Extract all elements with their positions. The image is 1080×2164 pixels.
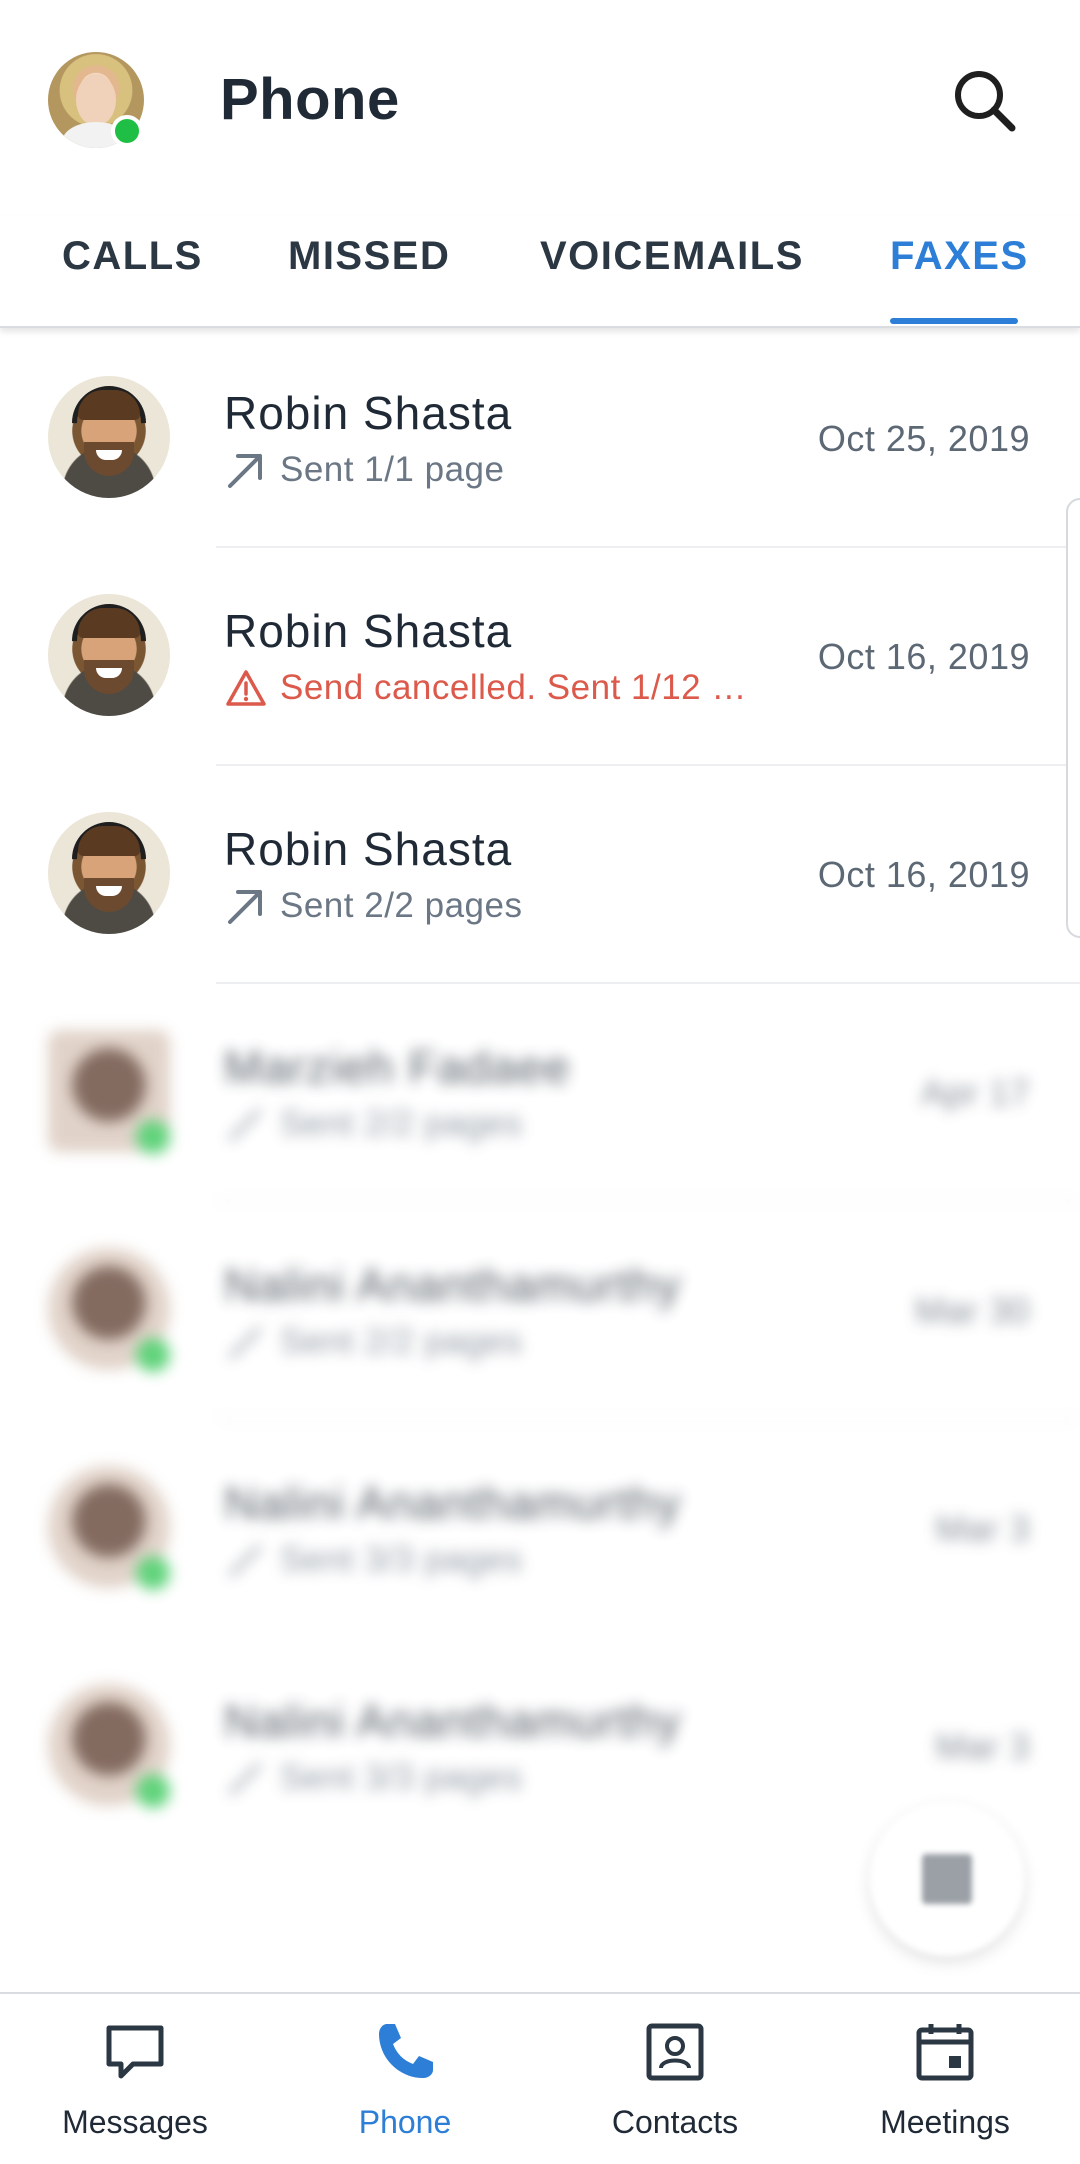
fax-status: Sent 1/1 page bbox=[224, 448, 504, 492]
outgoing-arrow-icon bbox=[228, 1326, 262, 1360]
active-tab-indicator bbox=[890, 318, 1018, 324]
outgoing-arrow-icon bbox=[228, 1108, 262, 1142]
new-fax-button[interactable] bbox=[870, 1802, 1024, 1956]
fax-status-text: Sent 2/2 pages bbox=[280, 1104, 523, 1143]
presence-badge bbox=[136, 1120, 170, 1154]
contact-name: Robin Shasta bbox=[224, 823, 513, 875]
presence-badge bbox=[136, 1338, 170, 1372]
fax-date: Apr 17 bbox=[920, 1072, 1030, 1113]
nav-label: Phone bbox=[358, 2104, 452, 2140]
outgoing-arrow-icon bbox=[228, 1762, 262, 1796]
fax-status-text: Sent 2/2 pages bbox=[280, 1322, 523, 1361]
fax-status-text: Sent 1/1 page bbox=[280, 450, 505, 489]
list-item[interactable]: Robin Shasta Sent 1/1 page Oct 25, 2019 bbox=[0, 330, 1080, 548]
contact-avatar bbox=[48, 594, 170, 716]
contact-name: Robin Shasta bbox=[224, 605, 513, 657]
fax-status-text: Send cancelled. Sent 1/12 … bbox=[280, 668, 747, 707]
list-item[interactable]: Nalini Ananthamurthy Sent 2/2 pages Mar … bbox=[0, 1202, 1080, 1420]
presence-status-dot bbox=[111, 115, 143, 147]
nav-label: Messages bbox=[62, 2104, 208, 2140]
tab-faxes[interactable]: FAXES bbox=[890, 234, 1029, 279]
fax-status: Sent 2/2 pages bbox=[224, 1102, 522, 1146]
fax-status: Sent 3/3 pages bbox=[224, 1538, 522, 1582]
nav-label: Contacts bbox=[611, 2104, 739, 2140]
nav-phone[interactable]: Phone bbox=[270, 1994, 540, 2164]
app-header: Phone bbox=[0, 0, 1080, 200]
contact-name: Nalini Ananthamurthy bbox=[224, 1477, 682, 1529]
outgoing-arrow-icon bbox=[228, 890, 262, 924]
tab-missed[interactable]: MISSED bbox=[288, 234, 450, 279]
contact-name: Marzieh Fadaee bbox=[224, 1041, 571, 1093]
tab-calls[interactable]: CALLS bbox=[62, 234, 203, 279]
list-item[interactable]: Nalini Ananthamurthy Sent 3/3 pages Mar … bbox=[0, 1420, 1080, 1638]
list-item[interactable]: Robin Shasta Sent 2/2 pages Oct 16, 2019 bbox=[0, 766, 1080, 984]
presence-badge bbox=[136, 1556, 170, 1590]
phone-tabs: CALLS MISSED VOICEMAILS FAXES bbox=[0, 216, 1080, 328]
search-icon bbox=[955, 71, 1016, 132]
tab-voicemails[interactable]: VOICEMAILS bbox=[540, 234, 804, 279]
contact-name: Robin Shasta bbox=[224, 387, 513, 439]
nav-label: Meetings bbox=[880, 2104, 1010, 2140]
chat-bubble-icon bbox=[106, 2025, 164, 2079]
fax-date: Mar 30 bbox=[914, 1290, 1030, 1331]
phone-icon bbox=[379, 2024, 433, 2078]
fax-status: Sent 2/2 pages bbox=[224, 1320, 522, 1364]
fax-status: Sent 3/3 pages bbox=[224, 1756, 522, 1800]
contact-card-icon bbox=[646, 2023, 704, 2081]
bottom-nav: Messages Phone Contacts Meetings bbox=[0, 1992, 1080, 2164]
scroll-handle[interactable] bbox=[1066, 498, 1080, 938]
fax-date: Mar 3 bbox=[935, 1508, 1030, 1549]
outgoing-arrow-icon bbox=[228, 454, 262, 488]
list-item[interactable]: Robin Shasta Send cancelled. Sent 1/12 …… bbox=[0, 548, 1080, 766]
page-title: Phone bbox=[220, 67, 400, 132]
contact-avatar bbox=[48, 376, 170, 498]
outgoing-arrow-icon bbox=[228, 1544, 262, 1578]
contact-avatar bbox=[48, 812, 170, 934]
fax-icon bbox=[922, 1854, 972, 1904]
fax-date: Oct 16, 2019 bbox=[817, 636, 1030, 677]
contact-name: Nalini Ananthamurthy bbox=[224, 1259, 682, 1311]
search-button[interactable] bbox=[950, 66, 1020, 136]
list-item[interactable]: Marzieh Fadaee Sent 2/2 pages Apr 17 bbox=[0, 984, 1080, 1202]
nav-contacts[interactable]: Contacts bbox=[540, 1994, 810, 2164]
contact-name: Nalini Ananthamurthy bbox=[224, 1695, 682, 1747]
calendar-icon bbox=[916, 2024, 974, 2081]
fax-status-text: Sent 3/3 pages bbox=[280, 1758, 523, 1797]
fax-status: Sent 2/2 pages bbox=[224, 884, 522, 928]
presence-badge bbox=[136, 1774, 170, 1808]
fax-date: Mar 3 bbox=[935, 1726, 1030, 1767]
avatar-face bbox=[76, 74, 116, 126]
fax-status-text: Sent 2/2 pages bbox=[280, 886, 523, 925]
fax-date: Oct 25, 2019 bbox=[817, 418, 1030, 459]
nav-meetings[interactable]: Meetings bbox=[810, 1994, 1080, 2164]
fax-status: Send cancelled. Sent 1/12 … bbox=[224, 666, 747, 710]
fax-status-text: Sent 3/3 pages bbox=[280, 1540, 523, 1579]
nav-messages[interactable]: Messages bbox=[0, 1994, 270, 2164]
warning-icon bbox=[226, 670, 266, 706]
fax-date: Oct 16, 2019 bbox=[817, 854, 1030, 895]
